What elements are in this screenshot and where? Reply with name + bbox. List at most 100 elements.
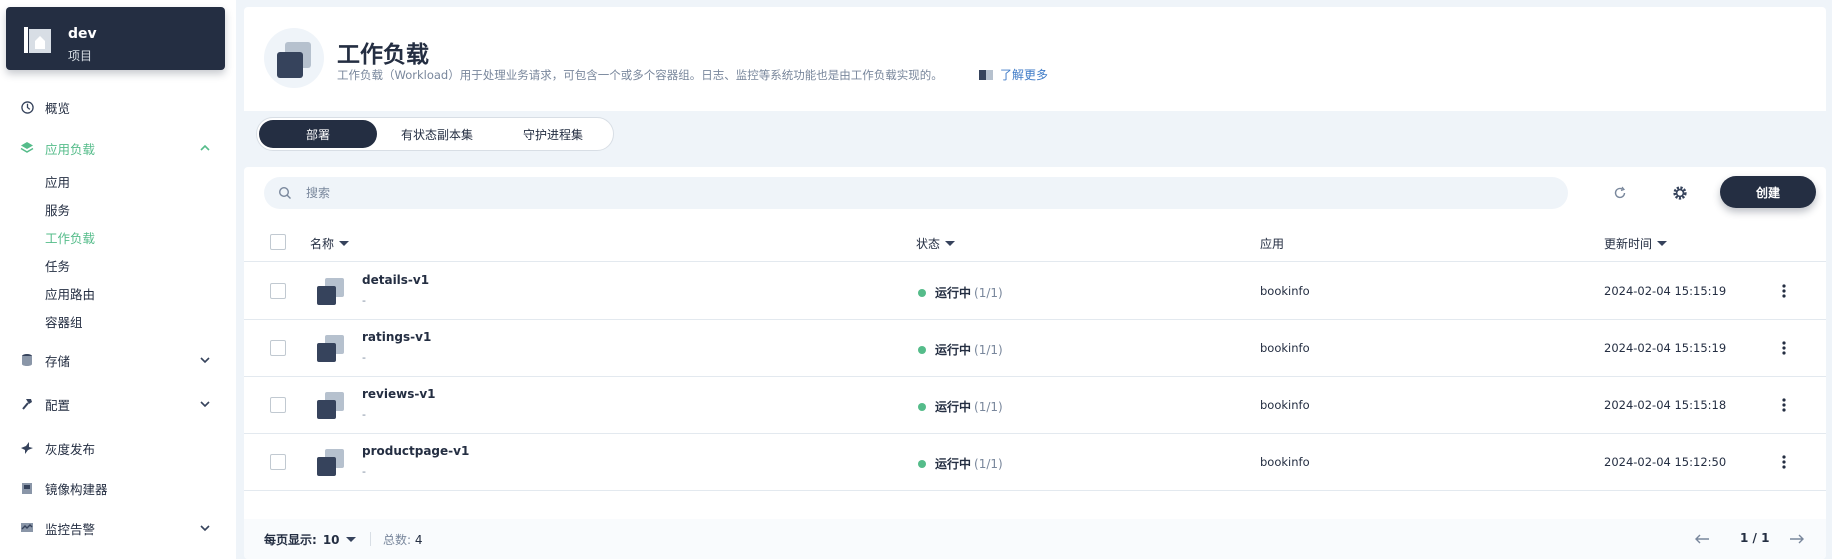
- divider: [370, 532, 371, 546]
- workload-table-panel: 创建 名称 状态 应用 更新时间 details-v1 - 运行中(1/1) b…: [244, 167, 1826, 559]
- row-more-button[interactable]: [1774, 395, 1794, 415]
- gear-icon: [1673, 186, 1687, 200]
- project-switcher[interactable]: dev 项目: [6, 7, 225, 70]
- more-icon: [1782, 398, 1786, 412]
- status-badge: 运行中 (1/1): [918, 341, 1003, 358]
- page-size-value: 10: [322, 532, 340, 547]
- status-dot: [918, 345, 926, 354]
- chevron-up-icon[interactable]: [199, 142, 211, 154]
- nav-monitoring[interactable]: 监控告警: [0, 513, 236, 543]
- tab-daemonsets[interactable]: 守护进程集: [497, 120, 609, 148]
- table-row[interactable]: reviews-v1 - 运行中 (1/1) bookinfo 2024-02-0…: [244, 377, 1826, 434]
- page-title: 工作负载: [337, 42, 429, 68]
- updated-time: 2024-02-04 15:15:18: [1604, 398, 1727, 412]
- status-text: 运行中: [935, 457, 972, 471]
- row-checkbox[interactable]: [270, 283, 286, 299]
- row-checkbox[interactable]: [270, 454, 286, 470]
- monitor-icon: [20, 521, 34, 535]
- table-row[interactable]: productpage-v1 - 运行中 (1/1) bookinfo 2024-…: [244, 434, 1826, 491]
- sidebar: dev 项目 概览 应用负载 应用 服务 工作负载 任务 应用路由 容器组 存储…: [0, 0, 236, 559]
- table-row[interactable]: ratings-v1 - 运行中 (1/1) bookinfo 2024-02-0…: [244, 320, 1826, 377]
- nav-sub-jobs[interactable]: 任务: [45, 257, 70, 277]
- prev-page-button[interactable]: [1692, 529, 1712, 549]
- column-updated[interactable]: 更新时间: [1604, 235, 1668, 252]
- page-size-select[interactable]: 每页显示: 10: [264, 531, 356, 548]
- nav-image-builder-label: 镜像构建器: [45, 481, 108, 497]
- nav-sub-workloads[interactable]: 工作负载: [45, 229, 95, 249]
- workload-description: -: [362, 465, 366, 478]
- chevron-down-icon[interactable]: [199, 398, 211, 410]
- replica-count: (1/1): [974, 456, 1003, 471]
- search-icon: [278, 186, 291, 199]
- filter-caret-icon: [945, 241, 956, 246]
- refresh-button[interactable]: [1608, 181, 1632, 205]
- more-icon: [1782, 455, 1786, 469]
- search-input[interactable]: [306, 177, 1546, 209]
- column-app: 应用: [1260, 235, 1284, 252]
- chevron-down-icon[interactable]: [199, 354, 211, 366]
- nav-workloads-label: 应用负载: [45, 141, 96, 157]
- nav-sub-pods[interactable]: 容器组: [45, 313, 83, 333]
- nav-sub-apps[interactable]: 应用: [45, 173, 70, 193]
- create-button[interactable]: 创建: [1720, 176, 1816, 208]
- column-name-label: 名称: [310, 237, 335, 251]
- workload-description: -: [362, 351, 366, 364]
- nav-workloads[interactable]: 应用负载: [0, 133, 236, 163]
- layers-icon: [20, 141, 34, 155]
- tab-deployments[interactable]: 部署: [259, 120, 377, 148]
- workload-icon: [317, 392, 344, 419]
- nav-sub-routes[interactable]: 应用路由: [45, 285, 95, 305]
- nav-grayscale-label: 灰度发布: [45, 441, 96, 457]
- row-more-button[interactable]: [1774, 452, 1794, 472]
- status-dot: [918, 459, 926, 468]
- row-checkbox[interactable]: [270, 397, 286, 413]
- table-header: 名称 状态 应用 更新时间: [244, 222, 1826, 262]
- page-description: 工作负载（Workload）用于处理业务请求，可包含一个或多个容器组。日志、监控…: [337, 68, 943, 82]
- total-label: 总数:: [383, 533, 412, 547]
- chevron-down-icon: [345, 537, 356, 542]
- refresh-icon: [1614, 186, 1626, 199]
- page-indicator: 1 / 1: [1740, 531, 1770, 545]
- column-status[interactable]: 状态: [916, 235, 956, 252]
- nav-sub-services[interactable]: 服务: [45, 201, 70, 221]
- updated-time: 2024-02-04 15:15:19: [1604, 284, 1727, 298]
- page-size-label: 每页显示:: [264, 533, 317, 547]
- workload-description: -: [362, 294, 366, 307]
- tab-statefulsets[interactable]: 有状态副本集: [377, 120, 497, 148]
- column-name[interactable]: 名称: [310, 235, 350, 252]
- status-text: 运行中: [935, 343, 972, 357]
- replica-count: (1/1): [974, 285, 1003, 300]
- workload-name[interactable]: reviews-v1: [362, 387, 436, 401]
- workload-icon: [317, 278, 344, 305]
- row-checkbox[interactable]: [270, 340, 286, 356]
- nav-config[interactable]: 配置: [0, 389, 236, 419]
- nav-grayscale[interactable]: 灰度发布: [0, 433, 236, 463]
- search-bar: [264, 177, 1568, 209]
- page-header: 工作负载 工作负载（Workload）用于处理业务请求，可包含一个或多个容器组。…: [244, 7, 1826, 111]
- status-dot: [918, 288, 926, 297]
- table-row[interactable]: details-v1 - 运行中 (1/1) bookinfo 2024-02-0…: [244, 263, 1826, 320]
- settings-button[interactable]: [1668, 181, 1692, 205]
- workload-name[interactable]: details-v1: [362, 273, 429, 287]
- row-more-button[interactable]: [1774, 338, 1794, 358]
- workload-type-tabs: 部署 有状态副本集 守护进程集: [256, 117, 614, 151]
- nav-overview[interactable]: 概览: [0, 92, 236, 122]
- updated-time: 2024-02-04 15:15:19: [1604, 341, 1727, 355]
- row-more-button[interactable]: [1774, 281, 1794, 301]
- nav-storage-label: 存储: [45, 353, 71, 369]
- learn-more-link[interactable]: 了解更多: [978, 66, 1048, 83]
- bird-icon: [20, 441, 34, 455]
- workload-name[interactable]: productpage-v1: [362, 444, 469, 458]
- project-icon: [24, 27, 51, 53]
- nav-image-builder[interactable]: 镜像构建器: [0, 473, 236, 503]
- chevron-down-icon[interactable]: [199, 522, 211, 534]
- workload-name[interactable]: ratings-v1: [362, 330, 431, 344]
- next-page-button[interactable]: [1787, 529, 1807, 549]
- project-type: 项目: [68, 49, 93, 63]
- nav-storage[interactable]: 存储: [0, 345, 236, 375]
- more-icon: [1782, 284, 1786, 298]
- sort-caret-icon: [339, 241, 350, 246]
- select-all-checkbox[interactable]: [270, 234, 286, 250]
- more-icon: [1782, 341, 1786, 355]
- arrow-left-icon: [1695, 534, 1709, 544]
